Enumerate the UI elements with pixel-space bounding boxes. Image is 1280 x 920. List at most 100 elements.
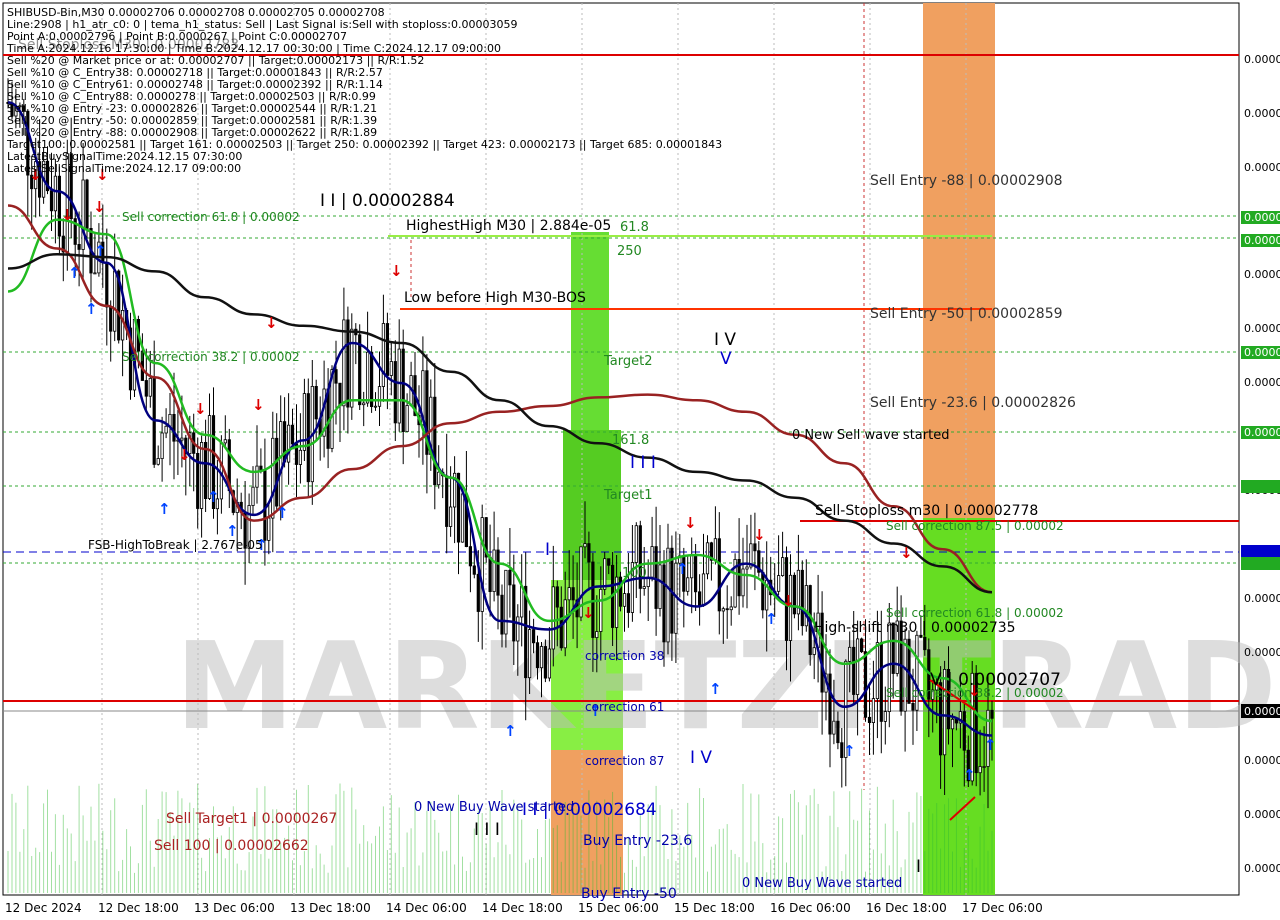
y-tick-label: 0.0000 <box>1244 268 1280 281</box>
x-tick-label: 14 Dec 06:00 <box>386 901 467 915</box>
candle-body <box>781 557 785 576</box>
candle-body <box>694 554 698 593</box>
candle-body <box>492 549 496 592</box>
watermark: MARKETZI TRADE <box>175 618 1280 757</box>
buy-arrow-icon: ↑ <box>94 242 107 260</box>
sell-correction-382-right-label: Sell correction 38.2 | 0.00002 <box>886 686 1064 700</box>
wave-iii-bottom-label: I I I <box>474 820 500 840</box>
y-tick-label: 0.0000 <box>1244 862 1280 875</box>
buy-arrow-icon: ↑ <box>85 300 98 318</box>
candle-body <box>879 642 883 722</box>
buy-arrow-icon: ↑ <box>68 264 81 282</box>
candle-body <box>381 323 386 387</box>
wave-i-bottom-label: I <box>916 857 921 877</box>
y-tick-label: 0.0000 <box>1244 754 1280 767</box>
x-tick-label: 15 Dec 18:00 <box>674 901 755 915</box>
candle-body <box>290 424 295 445</box>
sell-arrow-icon: ↓ <box>782 592 795 610</box>
buy-arrow-icon: ↑ <box>984 736 997 754</box>
sell-arrow-icon: ↓ <box>390 262 403 280</box>
correction-87-label: correction 87 <box>585 754 664 768</box>
candle-body <box>199 441 204 509</box>
candle-body <box>255 465 259 488</box>
candle-body <box>662 564 666 643</box>
candle-body <box>650 546 654 578</box>
candle-body <box>867 716 872 723</box>
candle-body <box>883 711 887 722</box>
candle-body <box>207 415 212 499</box>
fib-100-label: 100 <box>622 566 647 581</box>
candle-body <box>990 709 994 719</box>
candle-body <box>267 517 271 541</box>
sell-correction-875-label: Sell correction 87.5 | 0.00002 <box>886 519 1064 533</box>
candle-body <box>642 586 646 589</box>
candle-body <box>524 585 528 679</box>
candle-body <box>555 586 559 608</box>
candle-body <box>121 309 125 341</box>
candle-body <box>528 629 532 679</box>
candle-body <box>85 179 89 229</box>
candle-body <box>852 646 856 695</box>
candle-body <box>982 766 986 768</box>
y-tick-label: 0.0000 <box>1244 376 1280 389</box>
candle-body <box>476 573 480 612</box>
candle-body <box>385 323 390 376</box>
candle-body <box>729 606 733 611</box>
sell-arrow-icon: ↓ <box>684 514 697 532</box>
candle-body <box>543 646 548 679</box>
sell-arrow-icon: ↓ <box>178 446 191 464</box>
target1-label: Target1 <box>603 488 653 503</box>
candle-body <box>508 569 512 586</box>
candle-body <box>504 569 508 635</box>
x-tick-label: 14 Dec 18:00 <box>482 901 563 915</box>
candle-body <box>666 547 670 643</box>
candle-body <box>911 703 915 711</box>
candle-body <box>263 469 267 541</box>
candle-body <box>962 711 966 751</box>
candle-body <box>860 638 864 653</box>
candle-body <box>448 506 453 527</box>
buy-entry-236-label: Buy Entry -23.6 <box>583 833 692 849</box>
candle-body <box>93 272 97 275</box>
candle-body <box>539 646 544 669</box>
candle-body <box>377 386 382 407</box>
wave-i-top-label: I <box>545 540 550 560</box>
y-tick-label: 0.0000 <box>1244 161 1280 174</box>
candle-body <box>654 546 658 609</box>
candle-body <box>496 549 500 596</box>
fib-250-label: 250 <box>617 244 642 259</box>
candle-body <box>721 608 725 612</box>
candle-body <box>532 629 536 644</box>
sell-arrow-icon: ↓ <box>265 314 278 332</box>
sell-entry-23-label: Sell Entry -23.6 | 0.00002826 <box>870 395 1076 411</box>
candle-body <box>275 437 279 507</box>
candle-body <box>160 432 164 460</box>
candle-body <box>828 673 832 735</box>
fib-618-label: 61.8 <box>620 220 649 235</box>
candle-body <box>777 575 781 592</box>
level-badge <box>1241 480 1280 493</box>
new-sell-wave-label: 0 New Sell wave started <box>792 428 949 443</box>
y-tick-label: 0.0000 <box>1244 211 1280 224</box>
correction-61-label: correction 61 <box>585 700 664 714</box>
candle-body <box>393 361 397 424</box>
y-tick-label: 0.0000 <box>1244 346 1280 359</box>
x-tick-label: 17 Dec 06:00 <box>962 901 1043 915</box>
candle-body <box>587 543 591 563</box>
sell-100-label: Sell 100 | 0.00002662 <box>154 838 309 854</box>
wave-v-marker: V <box>720 349 732 369</box>
candle-body <box>350 328 354 408</box>
candle-body <box>690 554 694 579</box>
candle-body <box>109 306 113 332</box>
x-tick-label: 15 Dec 06:00 <box>578 901 659 915</box>
candle-body <box>302 393 307 451</box>
sell-arrow-icon: ↓ <box>194 400 207 418</box>
sell-entry-50-label: Sell Entry -50 | 0.00002859 <box>870 306 1063 322</box>
buy-arrow-icon: ↑ <box>709 680 722 698</box>
candle-body <box>753 543 757 552</box>
candle-body <box>607 558 611 566</box>
candle-body <box>599 589 603 632</box>
x-tick-label: 16 Dec 06:00 <box>770 901 851 915</box>
y-tick-label: 0.0000 <box>1244 322 1280 335</box>
candle-body <box>365 351 370 404</box>
